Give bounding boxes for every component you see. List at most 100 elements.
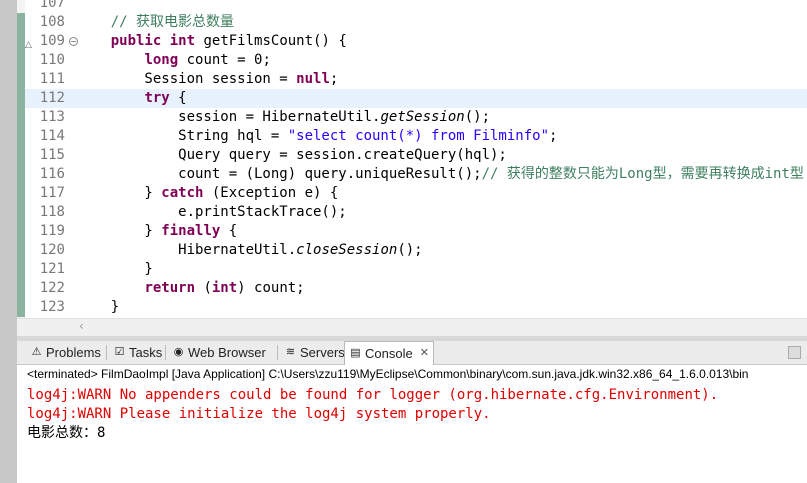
line-number: 114 — [39, 128, 65, 144]
code-token: int — [211, 280, 238, 296]
code-line[interactable]: 119 } finally { — [17, 222, 807, 241]
code-token: "select count(*) from Filminfo" — [287, 128, 550, 144]
code-token: { — [169, 90, 187, 106]
change-marker — [17, 165, 25, 184]
tasks-icon: ☑ — [114, 346, 125, 358]
code-token: getSession — [380, 109, 465, 125]
code-line[interactable]: 122 return (int) count; — [17, 279, 807, 298]
scroll-left-icon[interactable]: ‹ — [79, 319, 84, 333]
change-marker — [17, 32, 25, 51]
code-line[interactable]: 107 — [17, 0, 807, 13]
code-token: ; — [329, 71, 339, 87]
code-token: (); — [397, 242, 423, 258]
code-line[interactable]: 113 session = HibernateUtil.getSession()… — [17, 108, 807, 127]
code-editor[interactable]: 107 108 // 获取电影总数量 109− △ public int getFil… — [17, 0, 807, 318]
change-marker — [17, 222, 25, 241]
code-line[interactable]: 115 Query query = session.createQuery(hq… — [17, 146, 807, 165]
code-token: (); — [464, 109, 491, 125]
line-number: 108 — [39, 14, 65, 30]
servers-icon: ≋ — [285, 346, 296, 358]
editor-horizontal-scrollbar[interactable]: ‹ — [17, 318, 807, 337]
code-text: } — [77, 298, 119, 317]
code-token: closeSession — [296, 242, 398, 258]
code-token: } — [77, 299, 120, 315]
line-number: 121 — [39, 261, 65, 277]
line-number: 118 — [39, 204, 65, 220]
code-line[interactable]: 114 String hql = "select count(*) from F… — [17, 127, 807, 146]
code-line[interactable]: 112 try { — [17, 89, 807, 108]
code-line[interactable]: 116 count = (Long) query.uniqueResult();… — [17, 165, 807, 184]
code-token: Session session = — [77, 71, 297, 87]
console-line: log4j:WARN No appenders could be found f… — [27, 387, 719, 403]
line-number: 117 — [39, 185, 65, 201]
code-text: Query query = session.createQuery(hql); — [77, 146, 507, 165]
line-number: 109 — [39, 33, 65, 49]
change-marker — [17, 108, 25, 127]
code-line[interactable]: 110 long count = 0; — [17, 51, 807, 70]
code-text: try { — [77, 89, 187, 108]
change-marker — [17, 184, 25, 203]
code-line[interactable]: 108 // 获取电影总数量 — [17, 13, 807, 32]
code-line[interactable]: 111 Session session = null; — [17, 70, 807, 89]
change-marker — [17, 260, 25, 279]
tab-servers[interactable]: ≋ Servers — [280, 341, 349, 364]
code-token: public — [110, 33, 162, 49]
change-marker — [17, 70, 25, 89]
line-number: 122 — [39, 280, 65, 296]
console-icon: ▤ — [350, 347, 361, 359]
tab-console[interactable]: ▤ Console ✕ — [344, 341, 434, 365]
code-text: } catch (Exception e) { — [77, 184, 338, 203]
close-icon[interactable]: ✕ — [420, 342, 429, 365]
code-text: long count = 0; — [77, 51, 270, 70]
code-line[interactable]: 118 e.printStackTrace(); — [17, 203, 807, 222]
code-line[interactable]: 123 } — [17, 298, 807, 317]
code-token: return — [144, 280, 196, 296]
code-line[interactable]: 120 HibernateUtil.closeSession(); — [17, 241, 807, 260]
code-token: null — [296, 71, 330, 87]
console-status: <terminated> FilmDaoImpl [Java Applicati… — [27, 367, 749, 381]
code-token: e.printStackTrace(); — [77, 204, 347, 220]
code-line[interactable]: 117 } catch (Exception e) { — [17, 184, 807, 203]
code-token: } — [77, 261, 153, 277]
tab-separator — [277, 345, 278, 360]
code-token: getFilmsCount() { — [195, 33, 347, 49]
code-token: session = HibernateUtil. — [77, 109, 381, 125]
code-token: Query query = session.createQuery(hql); — [77, 147, 507, 163]
code-text: } finally { — [77, 222, 237, 241]
tab-web-browser[interactable]: ◉ Web Browser — [168, 341, 270, 364]
change-marker — [17, 127, 25, 146]
left-trim — [0, 0, 17, 483]
line-number: 112 — [39, 90, 65, 106]
line-number: 107 — [39, 0, 65, 11]
code-text: session = HibernateUtil.getSession(); — [77, 108, 490, 127]
tab-problems[interactable]: ⚠ Problems — [26, 341, 105, 364]
problems-icon: ⚠ — [31, 346, 42, 358]
minimize-icon[interactable] — [788, 346, 801, 359]
change-marker — [17, 89, 25, 108]
tab-separator — [165, 345, 166, 360]
change-marker — [17, 241, 25, 260]
code-text: HibernateUtil.closeSession(); — [77, 241, 423, 260]
line-number: 120 — [39, 242, 65, 258]
code-text: public int getFilmsCount() { — [77, 32, 347, 51]
code-line[interactable]: 109− △ public int getFilmsCount() { — [17, 32, 807, 51]
code-token: ( — [195, 280, 212, 296]
tab-tasks[interactable]: ☑ Tasks — [109, 341, 166, 364]
change-marker — [17, 0, 25, 13]
code-token: ; — [549, 128, 558, 144]
tab-label: Web Browser — [188, 345, 266, 360]
code-token: } — [77, 223, 162, 239]
code-text: return (int) count; — [77, 279, 304, 298]
change-marker — [17, 203, 25, 222]
line-number: 119 — [39, 223, 65, 239]
code-token: String hql = — [77, 128, 288, 144]
code-token: catch — [161, 185, 204, 201]
code-line[interactable]: 121 } — [17, 260, 807, 279]
code-token: // 获得的整数只能为Long型，需要再转换成int型 — [481, 166, 804, 182]
views-panel: ⚠ Problems ☑ Tasks ◉ Web Browser ≋ Servers ▤ Cons… — [17, 341, 807, 483]
console-line: 电影总数：8 — [27, 425, 106, 441]
